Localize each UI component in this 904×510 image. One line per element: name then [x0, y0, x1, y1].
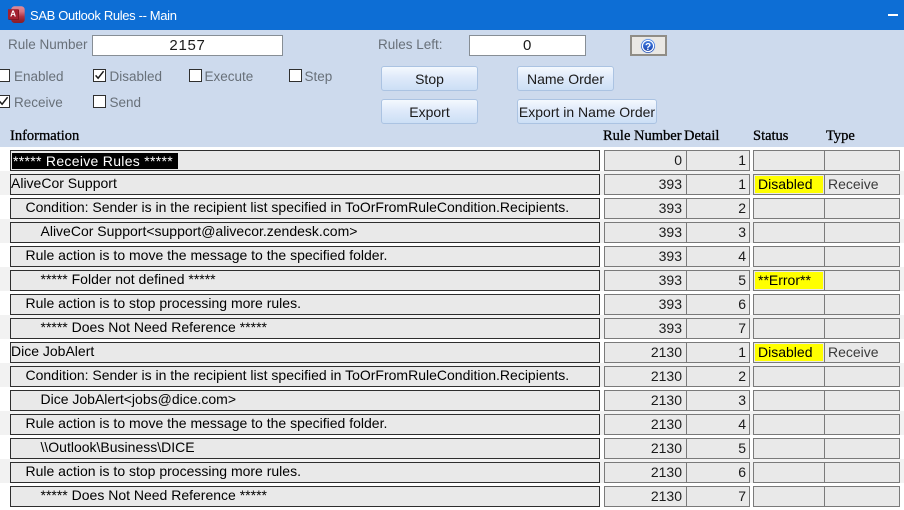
- svg-text:A: A: [10, 10, 16, 19]
- svg-text:?: ?: [645, 41, 651, 52]
